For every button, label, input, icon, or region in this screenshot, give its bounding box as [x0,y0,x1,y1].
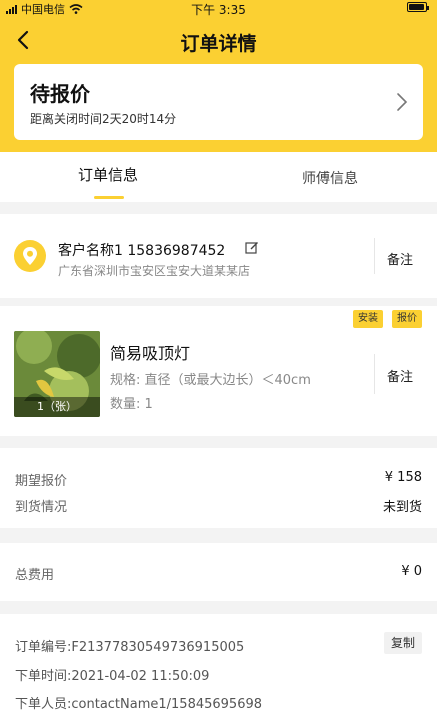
product-quantity: 数量: 1 [110,397,153,412]
order-time: 下单时间:2021-04-02 11:50:09 [15,669,210,684]
divider [374,354,375,394]
order-person: 下单人员:contactName1/15845695698 [15,697,263,712]
quote-section: 期望报价 ¥ 158 到货情况 未到货 [0,448,437,528]
divider [374,238,375,274]
customer-note-button[interactable]: 备注 [387,249,413,268]
product-section: 安装 报价 1（张） 简易吸顶灯 规格: 直径（或最大边长）＜40cm 数量: … [0,306,437,436]
image-count: 1（张） [14,397,100,417]
tab-master-info[interactable]: 师傅信息 [302,168,358,188]
tag-install: 安装 [353,310,383,328]
product-note-button[interactable]: 备注 [387,366,413,385]
active-tab-indicator [94,196,124,199]
product-spec: 规格: 直径（或最大边长）＜40cm [110,373,311,388]
location-pin-icon [14,240,46,272]
copy-button[interactable]: 复制 [384,632,422,654]
page-title: 订单详情 [180,33,257,55]
order-status: 待报价 [30,82,90,106]
order-info-section: 订单编号:F213778305497369150​05 复制 下单时间:2021… [0,614,437,728]
tag-quote: 报价 [392,310,422,328]
chevron-right-icon [397,93,408,111]
edit-icon[interactable] [245,241,259,255]
order-number: 订单编号:F213778305497369150​05 [15,640,245,655]
close-countdown: 距离关闭时间2天20时14分 [30,112,177,126]
customer-section: 客户名称1 15836987452 广东省深圳市宝安区宝安大道某某店 备注 [0,214,437,298]
total-fee-label: 总费用 [15,568,55,583]
product-image[interactable]: 1（张） [14,331,100,417]
status-bar: 中国电信 下午 3:35 [0,0,437,17]
status-time: 下午 3:35 [191,3,246,17]
product-name: 简易吸顶灯 [110,344,191,363]
total-fee-value: ¥ 0 [401,564,422,579]
customer-address: 广东省深圳市宝安区宝安大道某某店 [58,264,251,278]
arrival-status-value: 未到货 [382,500,422,515]
customer-name-phone: 客户名称1 15836987452 [58,243,226,259]
battery-icon [407,2,429,12]
total-fee-section: 总费用 ¥ 0 [0,543,437,601]
expected-quote-value: ¥ 158 [384,470,422,485]
nav-bar: 订单详情 [0,20,437,60]
expected-quote-label: 期望报价 [15,474,68,489]
tab-order-info[interactable]: 订单信息 [78,164,138,185]
tab-bar: 订单信息 师傅信息 [0,152,437,202]
arrival-status-label: 到货情况 [15,500,68,515]
order-status-card[interactable]: 待报价 距离关闭时间2天20时14分 [14,64,423,140]
